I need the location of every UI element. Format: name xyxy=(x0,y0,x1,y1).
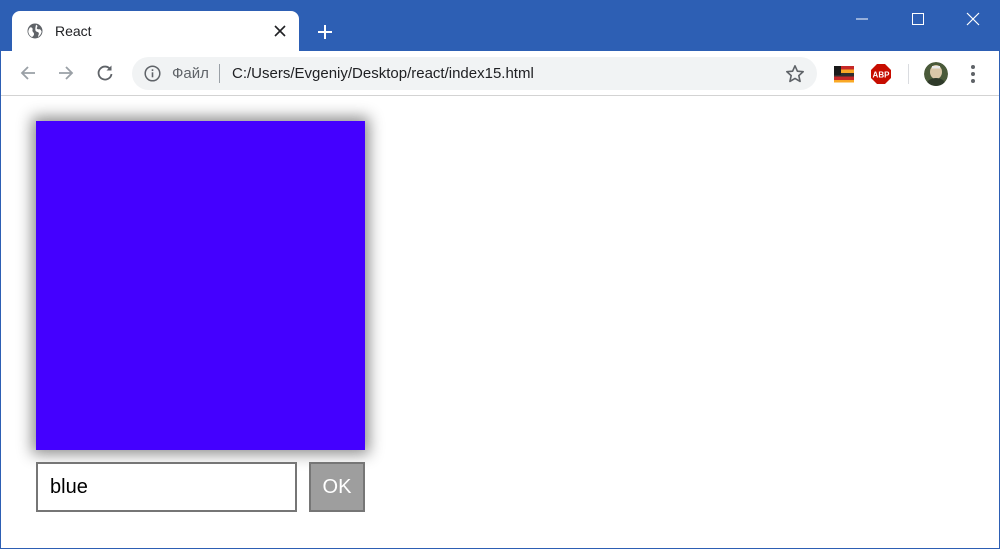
new-tab-icon[interactable] xyxy=(313,20,337,44)
ok-button[interactable]: OK xyxy=(309,462,365,512)
page-content: OK xyxy=(1,97,999,548)
browser-tab[interactable]: React xyxy=(12,11,299,51)
adblock-plus-icon[interactable]: ABP xyxy=(870,63,892,85)
close-icon[interactable] xyxy=(958,6,988,32)
url-text[interactable]: C:/Users/Evgeniy/Desktop/react/index15.h… xyxy=(232,65,534,82)
tab-close-icon[interactable] xyxy=(270,21,290,41)
forward-icon[interactable] xyxy=(54,61,78,85)
browser-window: React Файл C:/Users/Evgeniy/Desktop/reac… xyxy=(0,0,1000,549)
minimize-icon[interactable] xyxy=(847,6,877,32)
color-preview-box xyxy=(36,121,365,450)
flag-extension-icon[interactable] xyxy=(833,63,855,85)
avatar[interactable] xyxy=(924,62,948,86)
menu-icon[interactable] xyxy=(963,62,983,86)
title-bar: React xyxy=(1,1,999,51)
browser-toolbar: Файл C:/Users/Evgeniy/Desktop/react/inde… xyxy=(1,51,999,96)
maximize-icon[interactable] xyxy=(903,6,933,32)
origin-chip: Файл xyxy=(172,65,209,82)
color-input[interactable] xyxy=(36,462,297,512)
reload-icon[interactable] xyxy=(93,61,117,85)
toolbar-divider xyxy=(908,64,909,84)
info-icon[interactable] xyxy=(144,65,161,82)
globe-icon xyxy=(27,23,43,39)
address-bar[interactable]: Файл C:/Users/Evgeniy/Desktop/react/inde… xyxy=(132,57,817,90)
bookmark-star-icon[interactable] xyxy=(785,64,805,84)
adblock-label: ABP xyxy=(873,71,891,80)
tab-title: React xyxy=(55,23,92,39)
chip-separator xyxy=(219,64,220,83)
back-icon[interactable] xyxy=(16,61,40,85)
